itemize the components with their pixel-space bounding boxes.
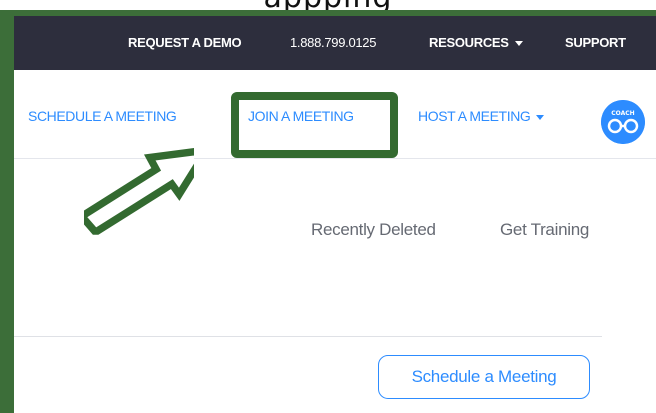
recently-deleted-link[interactable]: Recently Deleted <box>311 220 436 240</box>
join-meeting-highlight-box <box>231 92 398 158</box>
browser-content: REQUEST A DEMO 1.888.799.0125 RESOURCES … <box>14 16 656 413</box>
phone-number-link[interactable]: 1.888.799.0125 <box>290 35 376 50</box>
resources-menu[interactable]: RESOURCES <box>429 35 523 50</box>
avatar-glasses-icon: COACH <box>601 100 645 144</box>
arrow-annotation-icon <box>84 148 194 235</box>
get-training-link[interactable]: Get Training <box>500 220 589 240</box>
caret-down-icon <box>536 114 545 120</box>
avatar-text: COACH <box>611 110 634 117</box>
screenshot-frame: REQUEST A DEMO 1.888.799.0125 RESOURCES … <box>0 10 656 413</box>
resources-label: RESOURCES <box>429 35 509 50</box>
schedule-meeting-button[interactable]: Schedule a Meeting <box>378 355 590 399</box>
schedule-meeting-link[interactable]: SCHEDULE A MEETING <box>28 108 177 124</box>
caret-down-icon <box>514 41 523 47</box>
support-link[interactable]: SUPPORT <box>565 35 626 50</box>
host-meeting-menu[interactable]: HOST A MEETING <box>418 108 545 124</box>
request-demo-link[interactable]: REQUEST A DEMO <box>128 35 242 50</box>
top-bar: REQUEST A DEMO 1.888.799.0125 RESOURCES … <box>14 16 656 70</box>
divider <box>14 336 602 337</box>
host-meeting-label: HOST A MEETING <box>418 108 531 124</box>
avatar[interactable]: COACH <box>601 100 645 144</box>
